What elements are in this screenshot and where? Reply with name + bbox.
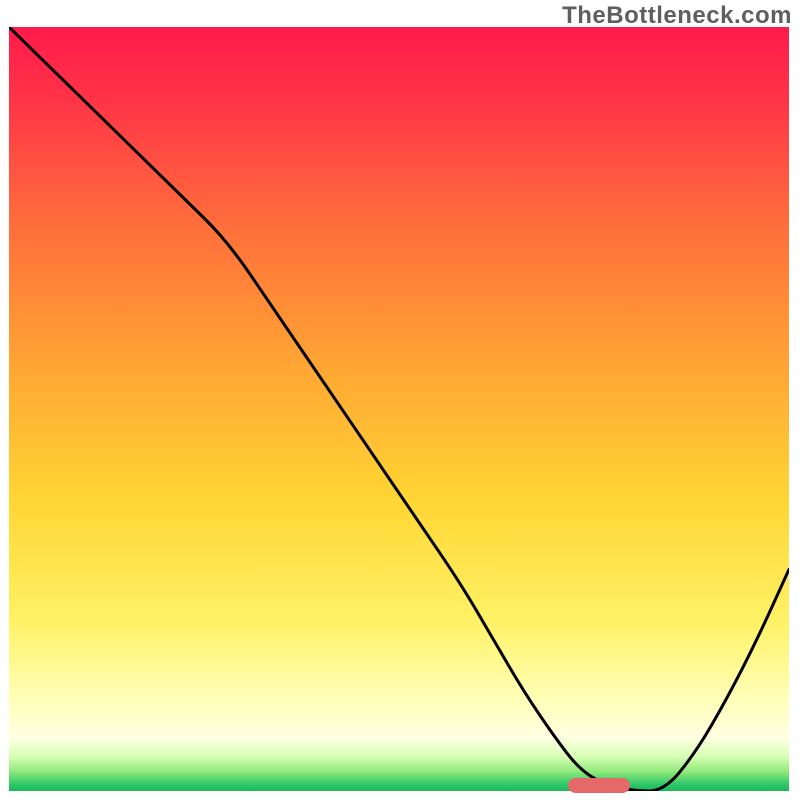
chart-frame xyxy=(9,27,789,791)
image-root: TheBottleneck.com xyxy=(0,0,800,800)
bottleneck-chart xyxy=(9,27,789,791)
optimum-marker xyxy=(568,778,630,793)
watermark-text: TheBottleneck.com xyxy=(562,2,792,30)
